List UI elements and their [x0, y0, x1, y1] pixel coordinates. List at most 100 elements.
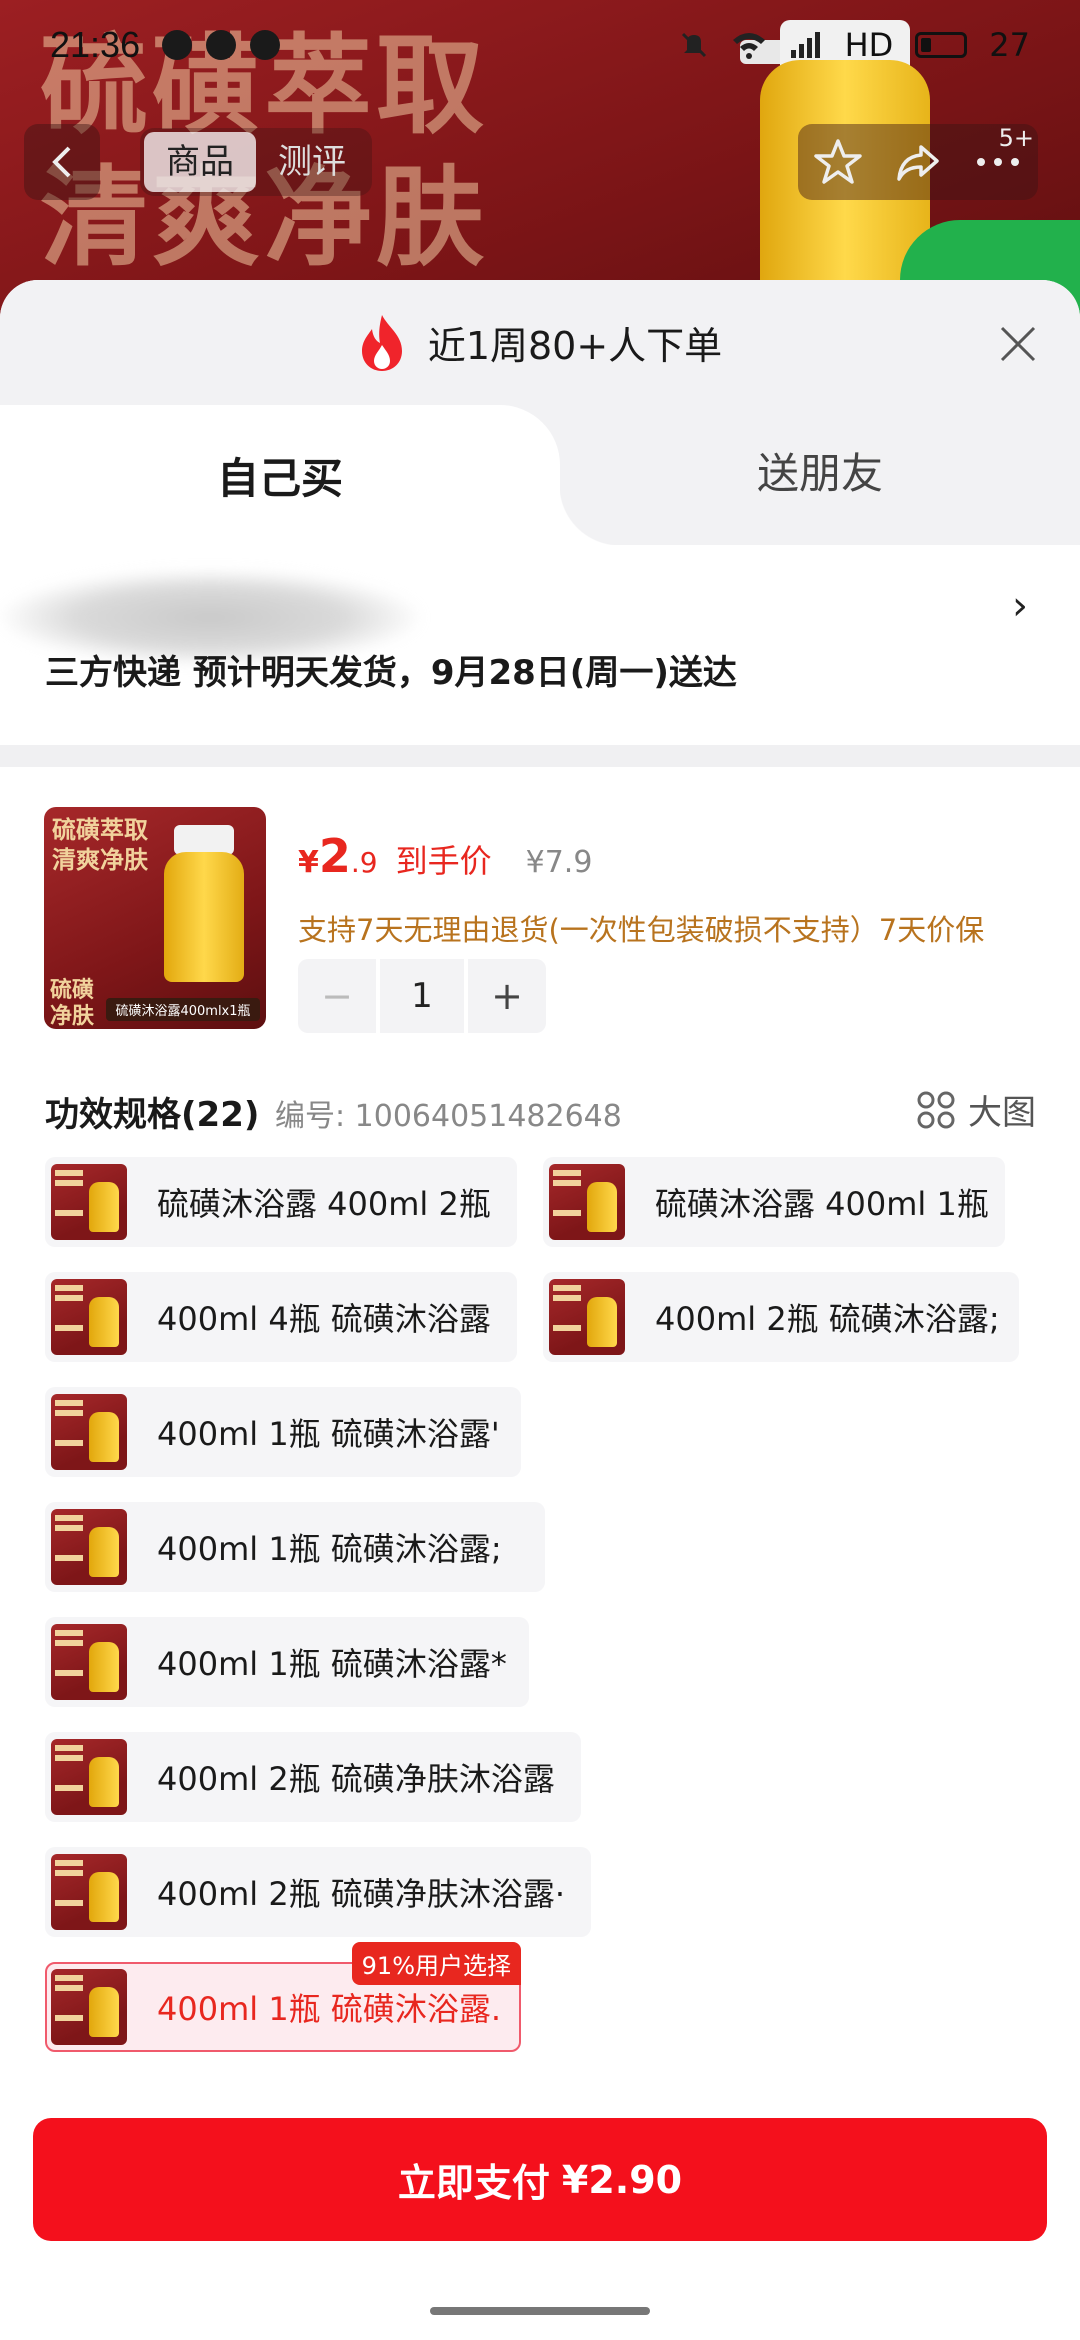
spec-option[interactable]: 400ml 1瓶 硫磺沐浴露* [45, 1617, 529, 1707]
signal-icon [790, 32, 820, 58]
service-guarantee: 支持7天无理由退货(一次性包装破损不支持）7天价保 [298, 913, 985, 947]
fire-icon [361, 314, 402, 371]
price-decimal: .9 [350, 846, 378, 879]
quantity-value[interactable]: 1 [380, 959, 464, 1033]
pay-label: 立即支付 [397, 2161, 550, 2205]
spec-thumbnail [51, 1969, 127, 2045]
spec-thumbnail [549, 1279, 625, 1355]
spec-option-label: 硫磺沐浴露 400ml 1瓶 [655, 1185, 989, 1223]
spec-row: 400ml 1瓶 硫磺沐浴露* [45, 1617, 1080, 1707]
spec-option[interactable]: 硫磺沐浴露 400ml 2瓶 [45, 1157, 517, 1247]
home-indicator[interactable] [430, 2307, 650, 2315]
notification-icon [162, 30, 193, 60]
spec-option-label: 400ml 2瓶 硫磺净肤沐浴露 [157, 1760, 555, 1798]
notification-icon [250, 30, 281, 60]
share-icon[interactable] [893, 137, 943, 187]
spec-header: 功效规格(22) 编号: 10064051482648 大图 [0, 1067, 1080, 1157]
spec-option[interactable]: 400ml 2瓶 硫磺沐浴露; [543, 1272, 1019, 1362]
back-arrow-icon [52, 146, 71, 178]
purchase-mode-tabs: 自己买 送朋友 [0, 405, 1080, 545]
spec-thumbnail [51, 1624, 127, 1700]
notification-icon [206, 30, 237, 60]
spec-row: 硫磺沐浴露 400ml 2瓶 硫磺沐浴露 400ml 1瓶 [45, 1157, 1080, 1247]
tab-buy-self[interactable]: 自己买 [0, 405, 620, 545]
checkout-footer: 立即支付 ¥2.90 [0, 2095, 1080, 2340]
spec-thumbnail [549, 1164, 625, 1240]
price-line: ¥ 2 .9 到手价 ¥7.9 [298, 829, 592, 883]
spec-option-selected[interactable]: 400ml 1瓶 硫磺沐浴露. 91%用户选择 [45, 1942, 521, 2052]
delivery-estimate: 三方快递 预计明天发货，9月28日(周一)送达 [45, 653, 737, 693]
message-badge: 5+ [998, 124, 1034, 152]
price-integer: 2 [318, 829, 351, 883]
pay-price: ¥2.90 [561, 2157, 683, 2202]
spec-thumbnail [51, 1164, 127, 1240]
product-summary: 硫磺萃取 清爽净肤 硫磺 净肤 硫磺沐浴露400mlx1瓶 ¥ 2 .9 到手价 ¥… [0, 767, 1080, 1067]
nav-tabs: 商品 测评 [140, 128, 372, 196]
pay-now-button[interactable]: 立即支付 ¥2.90 [33, 2118, 1047, 2241]
increase-button[interactable]: + [468, 959, 546, 1033]
spec-option[interactable]: 400ml 1瓶 硫磺沐浴露' [45, 1387, 521, 1477]
product-thumbnail[interactable]: 硫磺萃取 清爽净肤 硫磺 净肤 硫磺沐浴露400mlx1瓶 [44, 807, 266, 1029]
spec-thumbnail [51, 1394, 127, 1470]
sheet-header: 近1周80+人下单 [0, 280, 1080, 405]
price-currency: ¥ [298, 845, 319, 880]
original-price: ¥7.9 [525, 845, 593, 880]
notification-icons [162, 30, 281, 60]
star-icon[interactable] [813, 137, 863, 187]
nav-actions: 5+ [798, 124, 1038, 200]
more-icon[interactable] [973, 152, 1023, 172]
spec-option-label: 硫磺沐浴露 400ml 2瓶 [157, 1185, 491, 1223]
purchase-sheet: 近1周80+人下单 自己买 送朋友 › 三方快递 预计明天发货，9月28日(周一… [0, 280, 1080, 2340]
popular-badge: 91%用户选择 [351, 1942, 521, 1985]
sales-banner: 近1周80+人下单 [358, 313, 722, 373]
tab-product[interactable]: 商品 [144, 132, 256, 192]
close-icon[interactable] [996, 322, 1040, 366]
decrease-button[interactable]: − [298, 959, 376, 1033]
network-type: HD [844, 26, 894, 64]
tab-review[interactable]: 测评 [256, 132, 368, 192]
spec-row: 400ml 2瓶 硫磺净肤沐浴露 [45, 1732, 1080, 1822]
spec-row: 400ml 2瓶 硫磺净肤沐浴露· [45, 1847, 1080, 1937]
bigview-button[interactable]: 大图 [916, 1085, 1036, 1134]
sales-text: 近1周80+人下单 [427, 324, 723, 368]
thumb-bottle-cap [174, 825, 234, 855]
spec-option[interactable]: 硫磺沐浴露 400ml 1瓶 [543, 1157, 1005, 1247]
spec-thumbnail [51, 1854, 127, 1930]
quantity-stepper: − 1 + [298, 959, 546, 1033]
spec-option-label: 400ml 1瓶 硫磺沐浴露. [157, 1990, 502, 2028]
chevron-right-icon: › [1012, 583, 1028, 629]
thumb-caption: 硫磺沐浴露400mlx1瓶 [106, 998, 260, 1021]
spec-options: 硫磺沐浴露 400ml 2瓶 硫磺沐浴露 400ml 1瓶 400ml 4瓶 硫… [0, 1157, 1080, 2052]
spec-option[interactable]: 400ml 1瓶 硫磺沐浴露; [45, 1502, 545, 1592]
wifi-icon [732, 33, 765, 59]
spec-option[interactable]: 400ml 4瓶 硫磺沐浴露 [45, 1272, 517, 1362]
battery-icon [915, 32, 968, 58]
spec-option[interactable]: 400ml 2瓶 硫磺净肤沐浴露· [45, 1847, 591, 1937]
spec-code: 编号: 10064051482648 [275, 1099, 622, 1134]
tab-gift-friend[interactable]: 送朋友 [620, 405, 1020, 535]
thumb-slogan: 硫磺萃取 清爽净肤 [52, 815, 148, 874]
spec-row: 400ml 1瓶 硫磺沐浴露; [45, 1502, 1080, 1592]
spec-option-label: 400ml 1瓶 硫磺沐浴露' [157, 1415, 500, 1453]
bigview-label: 大图 [968, 1093, 1036, 1133]
back-button[interactable] [24, 124, 100, 200]
status-time: 21:36 [50, 24, 141, 65]
spec-option-label: 400ml 4瓶 硫磺沐浴露 [157, 1300, 491, 1338]
address-selector[interactable]: › 三方快递 预计明天发货，9月28日(周一)送达 [0, 545, 1080, 745]
spec-thumbnail [51, 1739, 127, 1815]
section-divider [0, 745, 1080, 767]
price-label: 到手价 [395, 842, 492, 880]
spec-thumbnail [51, 1509, 127, 1585]
spec-thumbnail [51, 1279, 127, 1355]
spec-option[interactable]: 400ml 2瓶 硫磺净肤沐浴露 [45, 1732, 581, 1822]
mute-icon [681, 32, 706, 58]
spec-option-label: 400ml 2瓶 硫磺净肤沐浴露· [157, 1875, 566, 1913]
status-bar: 21:36 HD 27 [0, 0, 1080, 90]
top-nav: 商品 测评 5+ [0, 122, 1080, 202]
thumb-bottle [164, 852, 244, 982]
grid-icon [917, 1091, 955, 1128]
spec-row: 400ml 4瓶 硫磺沐浴露 400ml 2瓶 硫磺沐浴露; [45, 1272, 1080, 1362]
spec-row: 400ml 1瓶 硫磺沐浴露' [45, 1387, 1080, 1477]
status-right: HD 27 [679, 26, 1030, 64]
spec-option-label: 400ml 1瓶 硫磺沐浴露* [157, 1645, 507, 1683]
